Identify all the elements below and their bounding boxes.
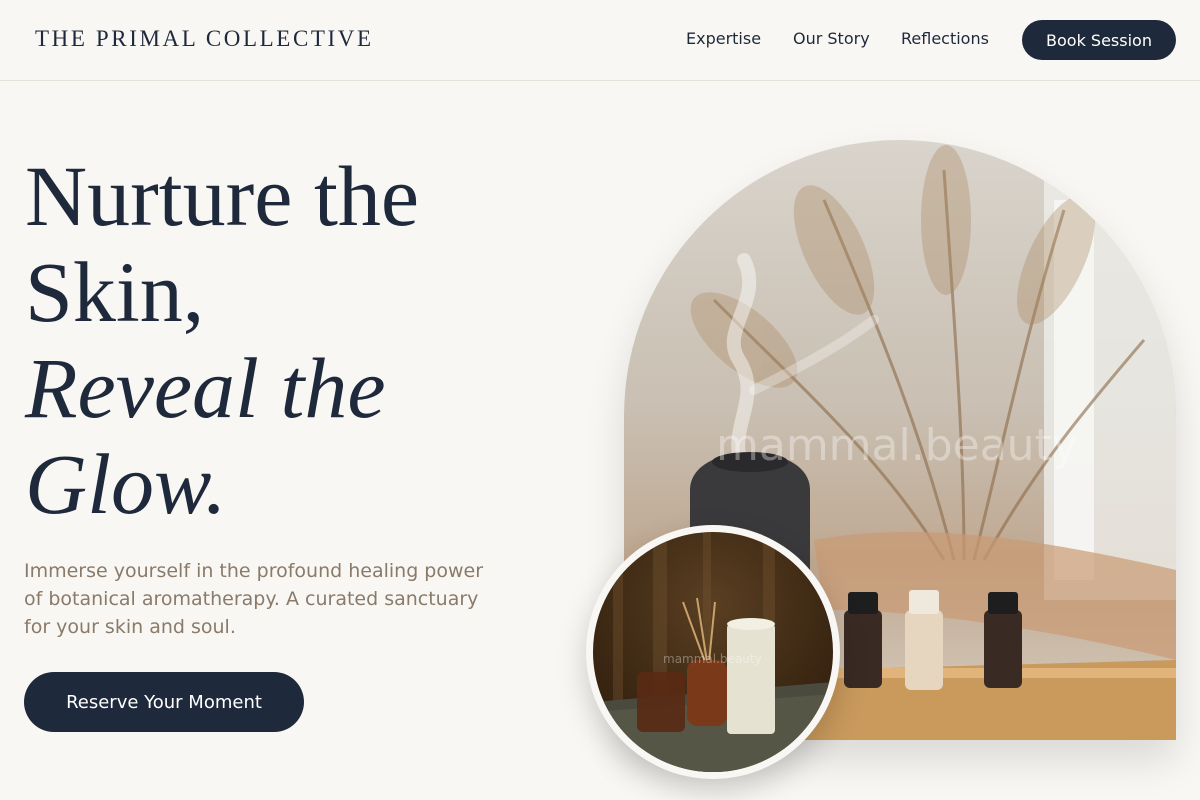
circle-image-watermark: mammal.beauty [663, 652, 762, 666]
circle-inset-image: mammal.beauty [593, 532, 833, 772]
hero-headline: Nurture the Skin, Reveal the Glow. [25, 148, 419, 532]
headline-line-3: Reveal the [25, 340, 386, 436]
nav-link-expertise[interactable]: Expertise [686, 29, 761, 48]
brand-logo[interactable]: THE PRIMAL COLLECTIVE [35, 26, 374, 52]
hero-description: Immerse yourself in the profound healing… [24, 560, 484, 638]
headline-line-4: Glow. [25, 436, 227, 532]
arch-image-watermark: mammal.beauty [716, 420, 1078, 471]
circle-inset-frame: mammal.beauty [586, 525, 840, 779]
site-header: THE PRIMAL COLLECTIVE Expertise Our Stor… [0, 0, 1200, 81]
nav-link-our-story[interactable]: Our Story [793, 29, 870, 48]
headline-line-2: Skin, [25, 244, 205, 340]
reserve-moment-button[interactable]: Reserve Your Moment [24, 672, 304, 732]
book-session-button[interactable]: Book Session [1022, 20, 1176, 60]
headline-line-1: Nurture the [25, 148, 420, 244]
essential-oil-bottles [844, 590, 1022, 690]
nav-link-reflections[interactable]: Reflections [901, 29, 989, 48]
